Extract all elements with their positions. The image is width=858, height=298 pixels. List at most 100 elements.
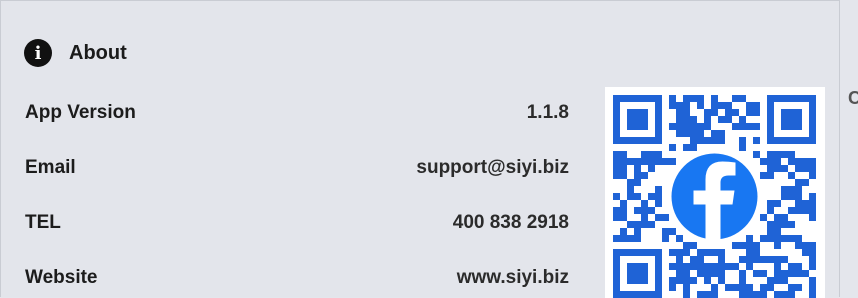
qr-module <box>732 263 739 270</box>
qr-module <box>760 284 767 291</box>
qr-module <box>746 249 753 256</box>
qr-module <box>802 249 809 256</box>
qr-module <box>620 207 627 214</box>
qr-module <box>627 186 634 193</box>
qr-module <box>767 158 774 165</box>
qr-module <box>669 277 676 284</box>
qr-module <box>767 207 774 214</box>
qr-module <box>655 158 662 165</box>
qr-module <box>781 165 788 172</box>
qr-module <box>746 242 753 249</box>
qr-module <box>704 116 711 123</box>
qr-module <box>634 172 641 179</box>
qr-module <box>767 221 774 228</box>
qr-module <box>641 207 648 214</box>
qr-module <box>676 270 683 277</box>
tel-label: TEL <box>25 212 61 233</box>
qr-module <box>697 137 704 144</box>
qr-module <box>774 242 781 249</box>
qr-module <box>795 193 802 200</box>
qr-module <box>746 102 753 109</box>
qr-module <box>781 277 788 284</box>
qr-module <box>767 165 774 172</box>
qr-module <box>718 137 725 144</box>
qr-module <box>809 158 816 165</box>
qr-module <box>746 235 753 242</box>
qr-module <box>704 270 711 277</box>
qr-module <box>655 186 662 193</box>
qr-module <box>697 102 704 109</box>
qr-module <box>753 137 760 144</box>
qr-module <box>711 284 718 291</box>
qr-module <box>711 95 718 102</box>
qr-module <box>774 228 781 235</box>
website-value[interactable]: www.siyi.biz <box>457 267 569 289</box>
qr-module <box>662 214 669 221</box>
qr-module <box>676 256 683 263</box>
qr-module <box>774 263 781 270</box>
qr-module <box>795 207 802 214</box>
qr-module <box>683 144 690 151</box>
qr-module <box>711 109 718 116</box>
qr-module <box>746 256 753 263</box>
qr-module <box>788 186 795 193</box>
qr-module <box>683 284 690 291</box>
email-label: Email <box>25 157 76 178</box>
qr-module <box>795 242 802 249</box>
qr-module <box>718 116 725 123</box>
qr-module <box>697 95 704 102</box>
qr-module <box>767 235 774 242</box>
qr-module <box>760 235 767 242</box>
qr-module <box>788 270 795 277</box>
qr-module <box>788 221 795 228</box>
about-title: About <box>69 41 127 64</box>
qr-module <box>655 151 662 158</box>
qr-module <box>795 284 802 291</box>
qr-module <box>746 284 753 291</box>
qr-module <box>809 256 816 263</box>
qr-module <box>774 221 781 228</box>
qr-module <box>718 277 725 284</box>
qr-module <box>690 256 697 263</box>
app-version-value: 1.1.8 <box>526 102 569 123</box>
qr-module <box>809 263 816 270</box>
email-row: Email support@siyi.biz <box>25 151 569 185</box>
qr-module <box>760 172 767 179</box>
qr-module <box>704 263 711 270</box>
qr-module <box>788 193 795 200</box>
qr-module <box>788 235 795 242</box>
qr-module <box>620 151 627 158</box>
qr-module <box>634 165 641 172</box>
qr-module <box>676 263 683 270</box>
qr-module <box>809 172 816 179</box>
qr-module <box>767 200 774 207</box>
qr-module <box>725 284 732 291</box>
about-panel: i About App Version 1.1.8 Email support@… <box>0 0 840 298</box>
qr-module <box>634 179 641 186</box>
qr-module <box>746 109 753 116</box>
qr-module <box>781 151 788 158</box>
qr-module <box>697 130 704 137</box>
qr-module <box>809 284 816 291</box>
qr-module <box>669 284 676 291</box>
tel-value: 400 838 2918 <box>452 212 569 233</box>
qr-module <box>627 221 634 228</box>
qr-module <box>697 249 704 256</box>
qr-module <box>676 123 683 130</box>
qr-module <box>788 151 795 158</box>
qr-module <box>809 165 816 172</box>
qr-module <box>613 158 620 165</box>
qr-module <box>683 95 690 102</box>
qr-module <box>683 116 690 123</box>
qr-module <box>641 200 648 207</box>
qr-module <box>718 270 725 277</box>
qr-module <box>690 130 697 137</box>
qr-module <box>788 158 795 165</box>
qr-module <box>669 123 676 130</box>
qr-module <box>788 172 795 179</box>
qr-module <box>690 95 697 102</box>
qr-module <box>809 277 816 284</box>
email-value[interactable]: support@siyi.biz <box>416 157 569 179</box>
qr-module <box>802 165 809 172</box>
qr-module <box>676 235 683 242</box>
